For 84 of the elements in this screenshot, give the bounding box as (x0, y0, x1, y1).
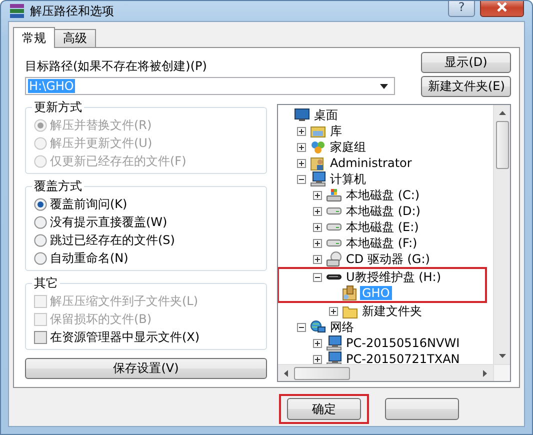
tree-item[interactable]: 本地磁盘 (D:) (344, 204, 422, 218)
expand-icon[interactable] (313, 206, 322, 216)
books-icon (9, 3, 25, 19)
expand-icon[interactable] (297, 158, 306, 168)
expand-icon[interactable] (329, 306, 338, 316)
field-label: 目标路径(如果不存在将被创建)(P) (25, 58, 208, 75)
computer-icon (326, 351, 342, 364)
scrollbar-thumb[interactable] (496, 121, 508, 169)
tree-item[interactable]: 网络 (328, 320, 356, 334)
usb-drive-icon (326, 274, 342, 280)
computer-icon (326, 335, 342, 351)
close-button[interactable] (480, 1, 524, 16)
monitor-icon (294, 107, 310, 123)
collapse-icon[interactable] (297, 174, 306, 184)
user-folder-icon (310, 155, 326, 171)
expand-icon[interactable] (313, 238, 322, 248)
ok-button[interactable]: 确定 (287, 398, 361, 420)
radio-button[interactable] (34, 216, 47, 228)
network-icon (310, 319, 326, 335)
tree-item[interactable]: 新建文件夹 (360, 304, 424, 318)
radio-button[interactable] (34, 252, 47, 264)
tree-item[interactable]: Administrator (328, 156, 414, 170)
scroll-left-arrow-icon[interactable] (284, 370, 288, 376)
cd-drive-icon (326, 251, 342, 267)
help-button[interactable]: ? (448, 1, 475, 16)
scrollbar-thumb[interactable] (294, 366, 350, 380)
scroll-down-arrow-icon[interactable] (498, 354, 506, 358)
option-label: 覆盖前询问(K) (50, 196, 128, 212)
tree-item[interactable]: 本地磁盘 (E:) (344, 220, 421, 234)
option-label: 保留损坏的文件(B) (50, 310, 152, 328)
expand-icon[interactable] (313, 338, 322, 348)
group-title: 其它 (33, 275, 59, 292)
window-title: 解压路径和选项 (30, 2, 115, 20)
drive-icon (326, 223, 342, 231)
tree-item[interactable]: PC-20150516NVWI (344, 336, 462, 350)
tree-item[interactable]: PC-20150721TXAN (344, 352, 462, 364)
checkbox[interactable] (34, 330, 47, 344)
option-label: 跳过已经存在的文件(S) (50, 232, 175, 248)
radio-button[interactable] (34, 234, 47, 246)
drive-icon (326, 239, 342, 247)
tree-item[interactable]: U教授维护盘 (H:) (344, 270, 444, 284)
tab[interactable]: 常规 (13, 27, 55, 48)
tree-item[interactable]: 本地磁盘 (F:) (344, 236, 420, 250)
vertical-scrollbar[interactable] (493, 105, 510, 364)
expand-icon[interactable] (313, 354, 322, 364)
option-label: 解压并更新文件(U) (50, 134, 152, 152)
package-folder-icon (342, 285, 358, 301)
tree-item[interactable]: 家庭组 (328, 140, 368, 154)
collapse-icon[interactable] (313, 272, 322, 282)
dialog-button[interactable] (385, 398, 459, 420)
option-label: 解压并替换文件(R) (50, 116, 152, 134)
expand-icon[interactable] (313, 222, 322, 232)
path-value: H:\GHO (28, 79, 75, 93)
option-label: 在资源管理器中显示文件(X) (50, 328, 200, 346)
homegroup-icon (310, 139, 326, 155)
dropdown-arrow-icon[interactable] (380, 84, 388, 88)
drive-icon (326, 207, 342, 215)
option-label: 没有提示直接覆盖(W) (50, 214, 168, 230)
tree-item[interactable]: 库 (328, 124, 344, 138)
group-title: 覆盖方式 (33, 178, 83, 195)
expand-icon[interactable] (297, 126, 306, 136)
collapse-icon[interactable] (297, 322, 306, 332)
expand-icon[interactable] (313, 254, 322, 264)
scroll-up-arrow-icon[interactable] (498, 111, 506, 115)
option-label: 解压压缩文件到子文件夹(L) (50, 292, 198, 310)
expand-icon[interactable] (313, 190, 322, 200)
save-settings-button[interactable]: 保存设置(V) (25, 358, 267, 379)
computer-icon (310, 171, 326, 187)
drive-icon (326, 187, 342, 203)
close-icon (496, 2, 508, 12)
tree-item[interactable]: CD 驱动器 (G:) (344, 252, 432, 266)
tree-item[interactable]: 计算机 (328, 172, 368, 186)
option-label: 自动重命名(N) (50, 250, 128, 266)
group-title: 更新方式 (33, 99, 83, 116)
tree-item[interactable]: 桌面 (312, 108, 340, 122)
option-label: 仅更新已经存在的文件(F) (50, 152, 186, 170)
tree-item[interactable]: 本地磁盘 (C:) (344, 188, 422, 202)
new-folder-button[interactable]: 新建文件夹(E) (421, 76, 511, 97)
radio-button[interactable] (34, 198, 47, 210)
scroll-right-arrow-icon[interactable] (483, 370, 487, 376)
show-button[interactable]: 显示(D) (421, 52, 511, 73)
expand-icon[interactable] (297, 142, 306, 152)
horizontal-scrollbar[interactable] (278, 364, 493, 381)
tab[interactable]: 高级 (54, 29, 96, 47)
